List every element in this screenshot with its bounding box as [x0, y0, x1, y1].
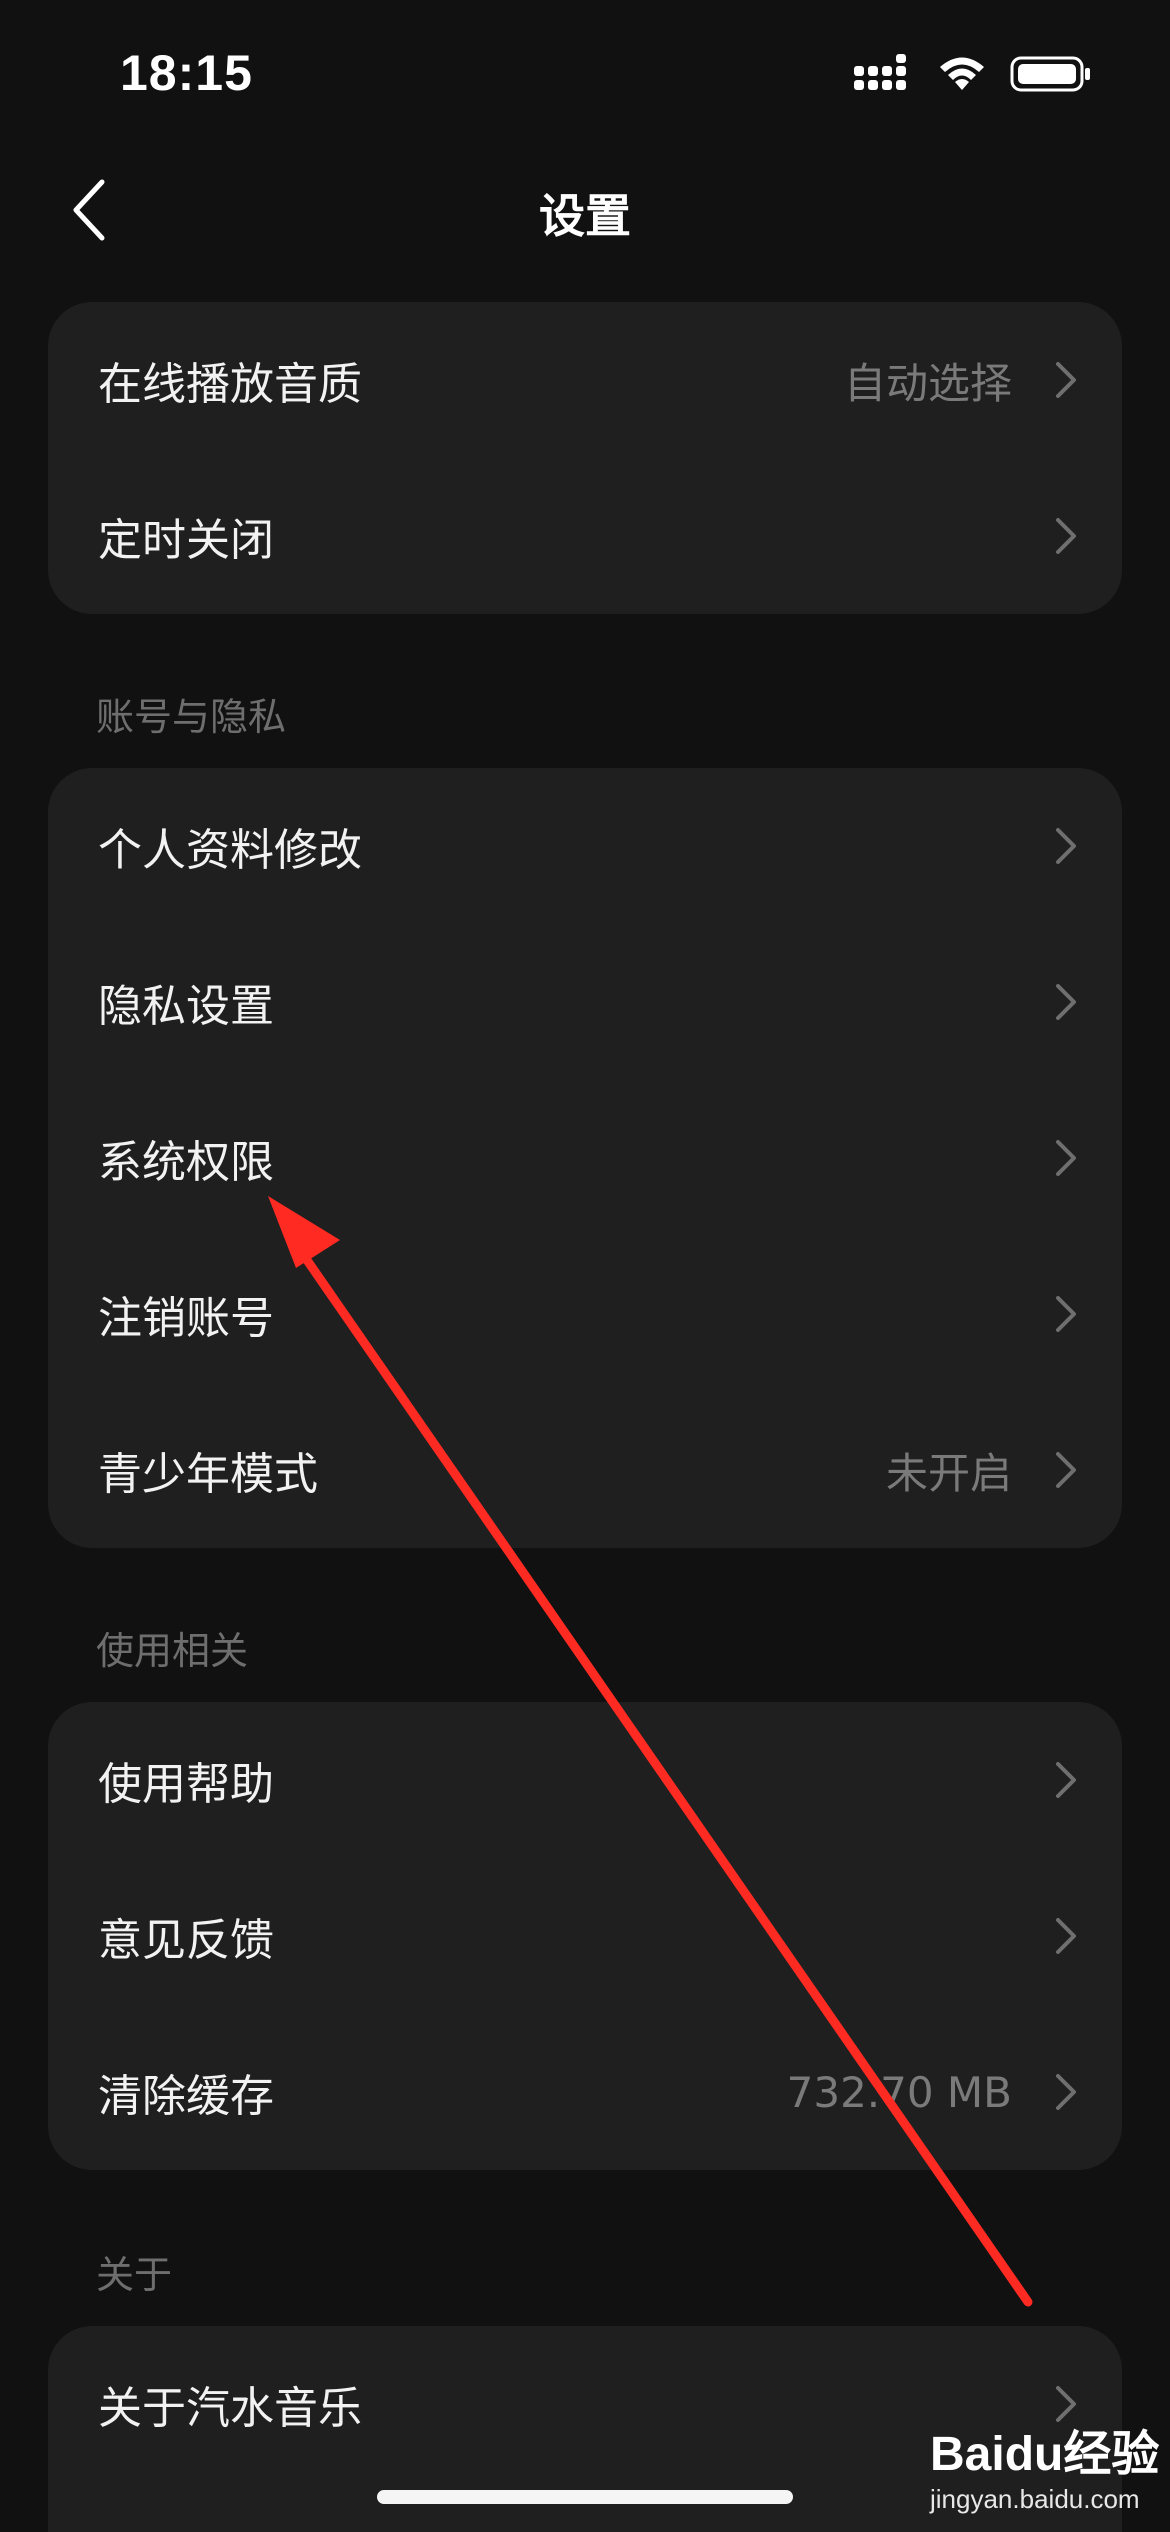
row-label: 系统权限: [98, 1137, 274, 1188]
row-label: 个人资料修改: [98, 825, 362, 876]
row-sleep-timer[interactable]: 定时关闭: [48, 458, 1122, 614]
status-icons: [854, 54, 1092, 94]
section-header-about: 关于: [96, 2253, 173, 2297]
row-feedback[interactable]: 意见反馈: [48, 1858, 1122, 2014]
row-label: 注销账号: [98, 1293, 274, 1344]
wifi-icon: [940, 57, 984, 90]
row-privacy-settings[interactable]: 隐私设置: [48, 924, 1122, 1080]
settings-group-account: 个人资料修改 隐私设置 系统权限 注销账号 青少年模式 未开启: [48, 768, 1122, 1548]
row-label: 定时关闭: [98, 515, 274, 566]
row-value: 自动选择: [843, 358, 1012, 408]
chevron-right-icon: [1056, 518, 1076, 554]
row-playback-quality[interactable]: 在线播放音质 自动选择: [48, 302, 1122, 458]
chevron-right-icon: [1056, 828, 1076, 864]
chevron-right-icon: [1056, 2074, 1076, 2110]
watermark-sub: jingyan.baidu.com: [930, 2484, 1140, 2514]
chevron-right-icon: [1056, 984, 1076, 1020]
settings-group-playback: 在线播放音质 自动选择 定时关闭: [48, 302, 1122, 614]
row-label: 青少年模式: [98, 1449, 318, 1500]
row-label: 意见反馈: [98, 1915, 274, 1966]
row-profile-edit[interactable]: 个人资料修改: [48, 768, 1122, 924]
row-delete-account[interactable]: 注销账号: [48, 1236, 1122, 1392]
chevron-right-icon: [1056, 1762, 1076, 1798]
nav-bar: 设置: [0, 150, 1170, 270]
section-header-account: 账号与隐私: [96, 695, 287, 739]
watermark-main: Baidu经验: [930, 2428, 1160, 2481]
settings-group-usage: 使用帮助 意见反馈 清除缓存 732.70 MB: [48, 1702, 1122, 2170]
row-value: 未开启: [885, 1448, 1012, 1498]
row-clear-cache[interactable]: 清除缓存 732.70 MB: [48, 2014, 1122, 2170]
chevron-right-icon: [1056, 1918, 1076, 1954]
row-label: 隐私设置: [98, 981, 274, 1032]
row-value: 732.70 MB: [786, 2067, 1012, 2117]
status-bar: 18:15: [0, 0, 1170, 150]
row-system-permissions[interactable]: 系统权限: [48, 1080, 1122, 1236]
section-header-usage: 使用相关: [96, 1629, 249, 1673]
page-title: 设置: [539, 189, 631, 243]
row-help[interactable]: 使用帮助: [48, 1702, 1122, 1858]
row-label: 在线播放音质: [98, 359, 362, 410]
baidu-watermark: Baidu经验 jingyan.baidu.com: [930, 2400, 1159, 2520]
chevron-right-icon: [1056, 1296, 1076, 1332]
chevron-right-icon: [1056, 1452, 1076, 1488]
chevron-right-icon: [1056, 1140, 1076, 1176]
chevron-right-icon: [1056, 362, 1076, 398]
home-indicator[interactable]: [377, 2490, 793, 2504]
row-label: 使用帮助: [98, 1759, 274, 1810]
row-label: 清除缓存: [98, 2071, 274, 2122]
row-label: 关于汽水音乐: [98, 2383, 362, 2434]
signal-icon: [854, 54, 906, 90]
row-teen-mode[interactable]: 青少年模式 未开启: [48, 1392, 1122, 1548]
status-time: 18:15: [120, 45, 253, 101]
battery-icon: [1010, 56, 1090, 92]
